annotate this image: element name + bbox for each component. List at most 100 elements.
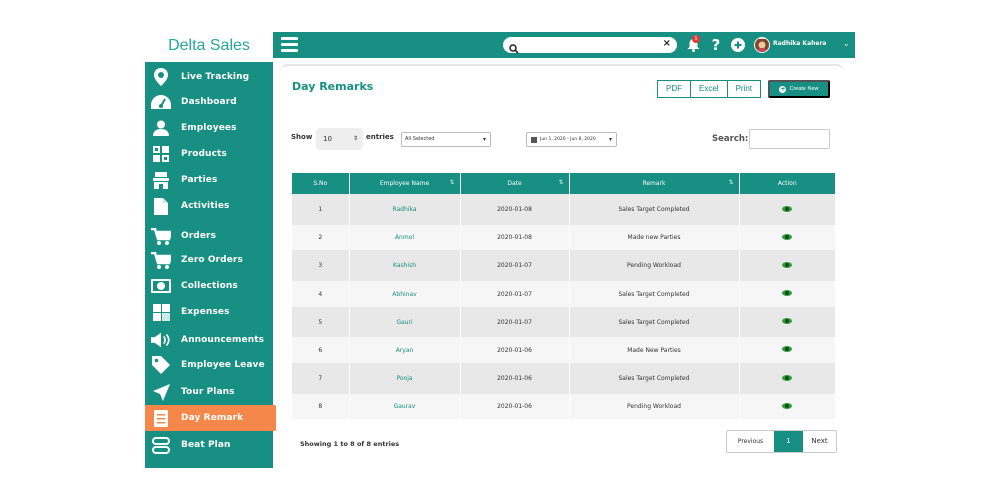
print-button[interactable]: Print	[726, 80, 762, 98]
sidebar-item-dashboard[interactable]: Dashboard	[145, 89, 273, 115]
brand-logo: Delta Sales	[168, 37, 250, 54]
page-length-select[interactable]: 10 ⇕	[316, 128, 363, 150]
sidebar-item-activities[interactable]: Activities	[145, 193, 273, 219]
date-range-picker[interactable]: Jun 1, 2020 - Jun 8, 2020 ▾	[526, 132, 617, 147]
entries-info: Showing 1 to 8 of 8 entries	[300, 440, 400, 448]
cell-sno: 3	[292, 250, 350, 281]
table-row: 7 Pooja 2020-01-06 Sales Target Complete…	[292, 363, 835, 394]
sidebar-item-label: Parties	[181, 175, 218, 185]
sidebar-item-label: Employee Leave	[181, 360, 265, 370]
sidebar-item-announcements[interactable]: Announcements	[145, 327, 273, 353]
cell-employee[interactable]: Anmol	[349, 225, 461, 250]
updown-arrows-icon: ⇕	[352, 135, 358, 142]
column-header-label: Action	[777, 180, 797, 187]
sidebar-item-employees[interactable]: Employees	[145, 115, 273, 141]
sidebar-item-label: Employees	[181, 123, 237, 133]
table-search-input[interactable]	[749, 129, 830, 149]
view-eye-icon[interactable]	[782, 346, 793, 352]
cell-employee[interactable]: Pooja	[349, 363, 461, 394]
column-header-remark[interactable]: Remark ⇅	[569, 173, 740, 194]
pagination: Previous 1 Next	[726, 430, 837, 453]
cell-employee[interactable]: Aryan	[349, 337, 461, 363]
export-button-group: PDF Excel Print	[657, 80, 762, 98]
sidebar-item-collections[interactable]: Collections	[145, 273, 273, 299]
employee-filter-select[interactable]: All Selected ▾	[401, 132, 491, 147]
next-page-button[interactable]: Next	[803, 431, 836, 452]
sidebar-item-tour-plans[interactable]: Tour Plans	[145, 379, 273, 405]
page-length-value: 10	[323, 135, 332, 143]
cell-employee[interactable]: Kashish	[349, 250, 461, 281]
help-icon[interactable]: ?	[710, 36, 722, 54]
view-eye-icon[interactable]	[782, 374, 793, 381]
cell-action	[739, 194, 835, 225]
sidebar-item-label: Orders	[181, 231, 217, 241]
view-eye-icon[interactable]	[782, 402, 793, 409]
column-header-date[interactable]: Date ⇅	[460, 173, 570, 194]
sidebar-item-live-tracking[interactable]: Live Tracking	[145, 64, 273, 90]
cell-date: 2020-01-07	[460, 307, 570, 337]
sidebar-item-label: Tour Plans	[181, 387, 235, 397]
cell-remark: Sales Target Completed	[569, 194, 740, 225]
user-name[interactable]: Radhika Kahera	[773, 40, 826, 47]
plus-icon: +	[779, 85, 787, 93]
view-eye-icon[interactable]	[782, 205, 793, 212]
cell-action	[739, 394, 835, 419]
create-new-button[interactable]: + Create New	[768, 80, 830, 98]
sidebar-item-label: Beat Plan	[181, 440, 231, 450]
table-row: 1 Radhika 2020-01-08 Sales Target Comple…	[292, 194, 835, 225]
global-search-input[interactable]	[523, 38, 653, 52]
view-eye-icon[interactable]	[782, 290, 793, 296]
sidebar-item-expenses[interactable]: Expenses	[145, 299, 273, 325]
chevron-down-icon[interactable]: ⌄	[843, 39, 850, 48]
employee-filter-value: All Selected	[405, 136, 435, 142]
pdf-button[interactable]: PDF	[657, 80, 691, 98]
day-remarks-table: S.No Employee Name ⇅ Date ⇅ Remark ⇅ Action…	[292, 173, 835, 419]
sidebar-item-products[interactable]: Products	[145, 141, 273, 167]
column-header-employee[interactable]: Employee Name ⇅	[349, 173, 461, 194]
sidebar-item-zero-orders[interactable]: Zero Orders	[145, 247, 273, 273]
paper-plane-icon	[151, 382, 171, 402]
cell-remark: Made new Parties	[569, 225, 740, 250]
clear-search-icon[interactable]: ×	[663, 38, 671, 49]
sidebar-item-parties[interactable]: Parties	[145, 167, 273, 193]
expense-grid-icon	[151, 302, 171, 322]
cell-employee[interactable]: Gaurav	[349, 394, 461, 419]
cell-action	[739, 225, 835, 250]
store-icon	[151, 170, 171, 190]
excel-button[interactable]: Excel	[690, 80, 728, 98]
view-eye-icon[interactable]	[782, 233, 793, 240]
sidebar-item-label: Dashboard	[181, 97, 237, 107]
column-header-sno[interactable]: S.No	[292, 173, 350, 194]
top-bar: × 1 ? Radhika Kahera ⌄	[273, 32, 855, 58]
cell-sno: 8	[292, 394, 350, 419]
cell-remark: Sales Target Completed	[569, 363, 740, 394]
table-row: 5 Gauri 2020-01-07 Sales Target Complete…	[292, 307, 835, 337]
cell-sno: 5	[292, 307, 350, 337]
table-header-row: S.No Employee Name ⇅ Date ⇅ Remark ⇅ Action	[292, 173, 835, 194]
dashboard-gauge-icon	[151, 92, 171, 112]
sidebar-item-beat-plan[interactable]: Beat Plan	[145, 432, 273, 458]
notepad-icon	[151, 408, 171, 428]
column-header-label: Date	[507, 180, 522, 187]
create-new-label: Create New	[789, 86, 819, 92]
view-eye-icon[interactable]	[782, 261, 793, 268]
hamburger-menu-icon[interactable]	[281, 37, 298, 53]
caret-down-icon: ▾	[608, 136, 612, 143]
previous-page-button[interactable]: Previous	[727, 431, 774, 452]
sort-icon: ⇅	[728, 179, 734, 186]
cell-employee[interactable]: Abhinav	[349, 281, 461, 307]
sidebar-item-orders[interactable]: Orders	[145, 223, 273, 249]
sort-icon: ⇅	[449, 179, 455, 186]
view-eye-icon[interactable]	[782, 318, 793, 324]
add-circle-icon[interactable]	[730, 37, 745, 53]
table-row: 6 Aryan 2020-01-06 Made New Parties	[292, 337, 835, 363]
megaphone-icon	[151, 330, 171, 350]
cell-remark: Made New Parties	[569, 337, 740, 363]
cell-employee[interactable]: Gauri	[349, 307, 461, 337]
cell-sno: 2	[292, 225, 350, 250]
sidebar-item-day-remark[interactable]: Day Remark	[145, 405, 276, 431]
page-1-button[interactable]: 1	[774, 431, 803, 452]
sidebar-item-employee-leave[interactable]: Employee Leave	[145, 352, 273, 378]
cell-employee[interactable]: Radhika	[349, 194, 461, 225]
user-avatar[interactable]	[754, 37, 770, 53]
